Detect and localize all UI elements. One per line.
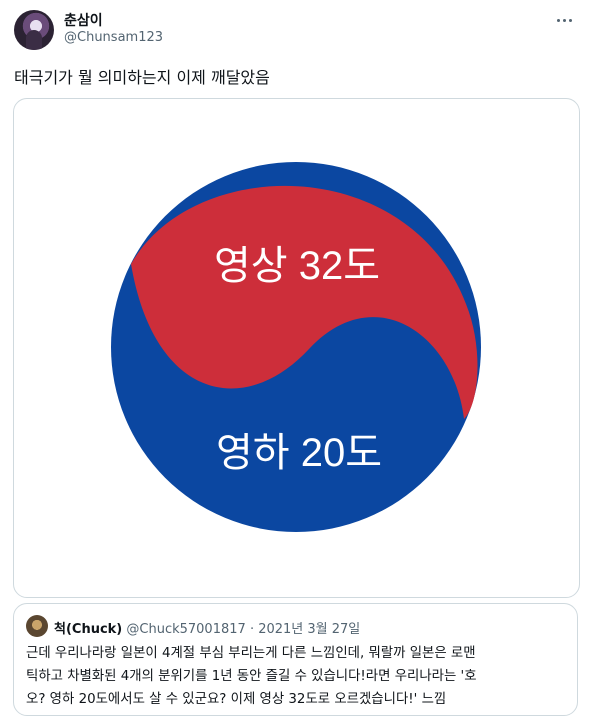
author-avatar[interactable]: [14, 10, 54, 50]
top-label: 영상 32도: [214, 244, 380, 288]
taegeuk-symbol: 영상 32도 영하 20도: [111, 162, 481, 532]
quote-date: 2021년 3월 27일: [258, 622, 361, 637]
quote-text: 근데 우리나라랑 일본이 4계절 부심 부리는게 다른 느낌인데, 뭐랄까 일본…: [26, 646, 477, 707]
quote-display-name: 척(Chuck): [54, 622, 123, 637]
quote-handle: @Chuck57001817: [126, 622, 246, 637]
more-options-icon[interactable]: [554, 12, 574, 28]
quote-meta: 척(Chuck) @Chuck57001817 · 2021년 3월 27일: [54, 618, 360, 637]
author-display-name[interactable]: 춘삼이: [64, 10, 103, 30]
tweet-image[interactable]: 영상 32도 영하 20도: [13, 98, 580, 598]
author-handle[interactable]: @Chunsam123: [64, 30, 163, 45]
quote-author-avatar: [26, 615, 48, 637]
bottom-label: 영하 20도: [216, 431, 382, 475]
tweet-header: 춘삼이 @Chunsam123: [14, 8, 578, 52]
quoted-tweet[interactable]: 척(Chuck) @Chuck57001817 · 2021년 3월 27일 근…: [13, 603, 578, 716]
tweet-text: 태극기가 뭘 의미하는지 이제 깨달았음: [14, 68, 270, 87]
quote-separator: ·: [249, 622, 255, 637]
